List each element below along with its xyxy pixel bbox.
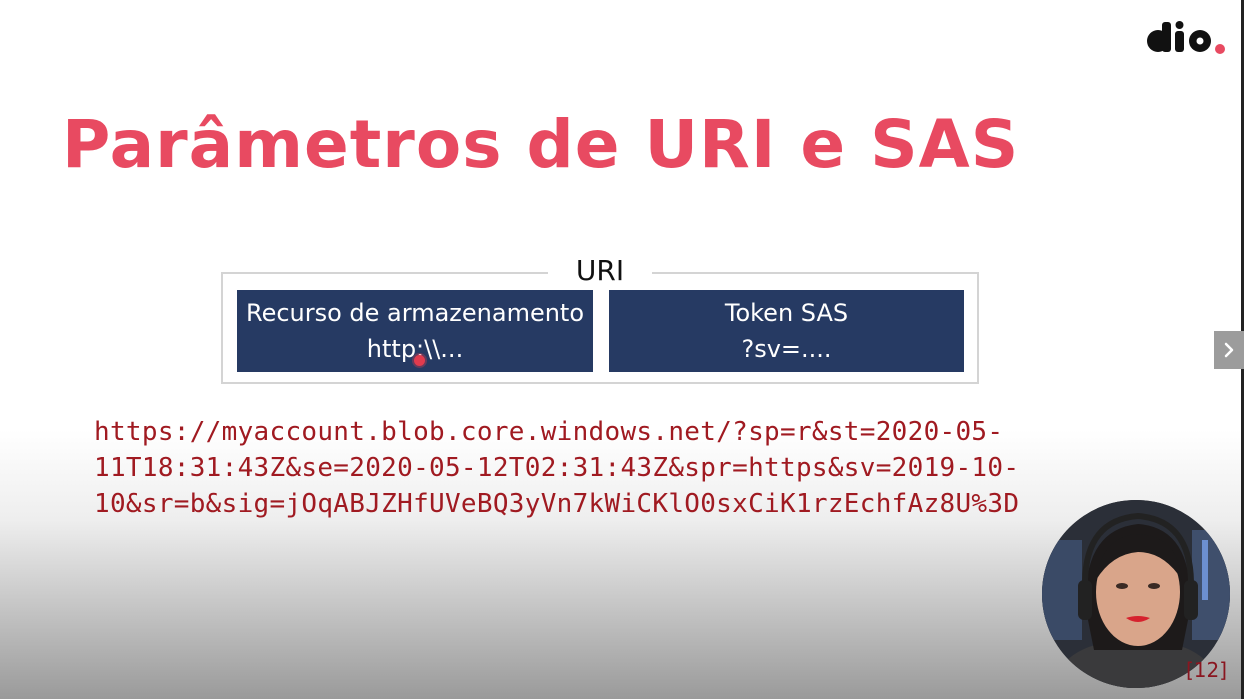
storage-resource-label: Recurso de armazenamento — [245, 299, 585, 327]
mouse-pointer-indicator — [414, 355, 425, 366]
example-url-line: 11T18:31:43Z&se=2020-05-12T02:31:43Z&spr… — [94, 453, 1020, 483]
next-slide-button[interactable] — [1214, 331, 1244, 369]
example-url-line: 10&sr=b&sig=jOqABJZHfUVeBQ3yVn7kWiCKlO0s… — [94, 489, 1020, 519]
example-sas-url: https://myaccount.blob.core.windows.net/… — [94, 414, 1019, 522]
sas-token-label: Token SAS — [724, 299, 849, 327]
uri-label: URI — [548, 252, 652, 290]
slide-number: [12] — [1186, 658, 1228, 682]
slide-title: Parâmetros de URI e SAS — [62, 106, 1020, 183]
chevron-right-icon — [1224, 342, 1234, 358]
sas-token-box: Token SAS ?sv=.... — [609, 290, 964, 372]
sas-token-value: ?sv=.... — [741, 335, 832, 363]
dio-logo — [1147, 21, 1225, 54]
example-url-line: https://myaccount.blob.core.windows.net/… — [94, 417, 1004, 447]
